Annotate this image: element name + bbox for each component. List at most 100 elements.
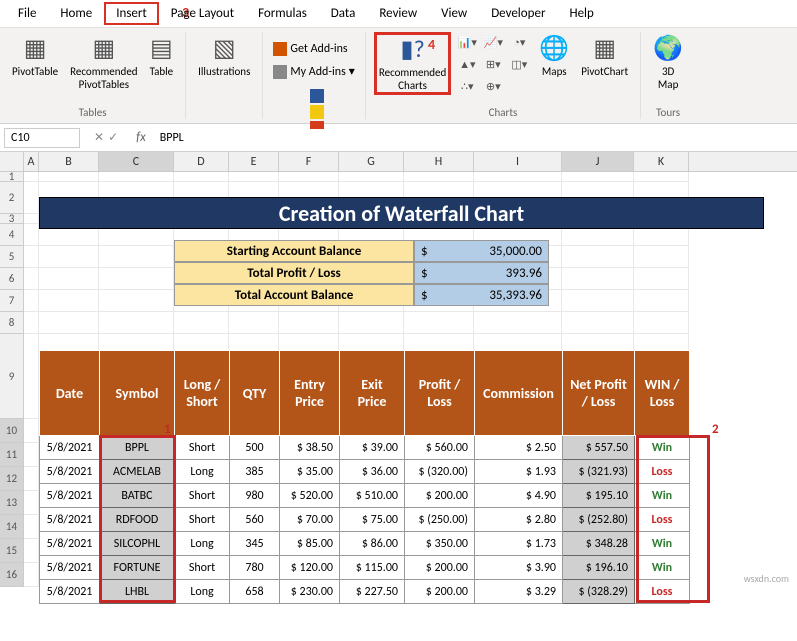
cell-pl[interactable]: $ (250.00) (405, 508, 475, 532)
cell-symbol[interactable]: FORTUNE (100, 556, 175, 580)
cell-entry[interactable]: $ 35.00 (280, 460, 340, 484)
cell-ls[interactable]: Short (175, 484, 230, 508)
cell-symbol[interactable]: SILCOPHL (100, 532, 175, 556)
row-header-11[interactable]: 11 (0, 443, 24, 467)
combo-chart-icon[interactable]: ◫▾ (507, 54, 531, 74)
cell-qty[interactable]: 780 (230, 556, 280, 580)
cell-exit[interactable]: $ 36.00 (340, 460, 405, 484)
recommended-pivot-button[interactable]: ▦ Recommended PivotTables (66, 32, 141, 93)
col-j[interactable]: J (562, 152, 634, 171)
cell-qty[interactable]: 500 (230, 436, 280, 460)
scatter-chart-icon[interactable]: ∴▾ (455, 76, 479, 96)
row-header-14[interactable]: 14 (0, 515, 24, 539)
row-header-5[interactable]: 5 (0, 246, 24, 268)
cell-comm[interactable]: $ 3.90 (475, 556, 563, 580)
recommended-charts-button[interactable]: ▮? Recommended Charts (374, 32, 451, 95)
col-f[interactable]: F (279, 152, 339, 171)
row-header-6[interactable]: 6 (0, 268, 24, 290)
cell-date[interactable]: 5/8/2021 (40, 556, 100, 580)
menu-view[interactable]: View (429, 2, 479, 25)
cell-qty[interactable]: 980 (230, 484, 280, 508)
cell-comm[interactable]: $ 3.29 (475, 580, 563, 604)
menu-data[interactable]: Data (319, 2, 368, 25)
cell-wl[interactable]: Win (635, 556, 690, 580)
row-header-1[interactable]: 1 (0, 172, 24, 182)
col-k[interactable]: K (634, 152, 689, 171)
cell-comm[interactable]: $ 1.73 (475, 532, 563, 556)
my-addins-button[interactable]: My Add-ins ▾ (271, 62, 356, 81)
map-chart-icon[interactable]: ⊕▾ (481, 76, 505, 96)
hierarchy-chart-icon[interactable]: ▲▾ (455, 54, 479, 74)
cell-exit[interactable]: $ 115.00 (340, 556, 405, 580)
row-header-15[interactable]: 15 (0, 539, 24, 563)
cell-date[interactable]: 5/8/2021 (40, 532, 100, 556)
cell-wl[interactable]: Win (635, 436, 690, 460)
row-header-7[interactable]: 7 (0, 290, 24, 312)
cell-symbol[interactable]: BATBC (100, 484, 175, 508)
col-e[interactable]: E (229, 152, 279, 171)
row-header-4[interactable]: 4 (0, 224, 24, 246)
cell-comm[interactable]: $ 4.90 (475, 484, 563, 508)
cell-npl[interactable]: $ (321.93) (563, 460, 635, 484)
cell-exit[interactable]: $ 75.00 (340, 508, 405, 532)
col-i[interactable]: I (474, 152, 562, 171)
select-all[interactable] (0, 152, 24, 171)
cell-wl[interactable]: Loss (635, 580, 690, 604)
menu-review[interactable]: Review (367, 2, 429, 25)
cell-npl[interactable]: $ (328.29) (563, 580, 635, 604)
cell-date[interactable]: 5/8/2021 (40, 460, 100, 484)
menu-page-layout[interactable]: Page Layout (159, 2, 246, 25)
row-header-2[interactable]: 2 (0, 182, 24, 214)
enter-icon[interactable]: ✓ (108, 130, 118, 145)
get-addins-button[interactable]: Get Add-ins (271, 40, 349, 58)
cell-ls[interactable]: Long (175, 532, 230, 556)
row-header-8[interactable]: 8 (0, 312, 24, 334)
cell-comm[interactable]: $ 2.50 (475, 436, 563, 460)
cell-symbol[interactable]: BPPL (100, 436, 175, 460)
cell-date[interactable]: 5/8/2021 (40, 484, 100, 508)
cell-qty[interactable]: 658 (230, 580, 280, 604)
cell-pl[interactable]: $ 560.00 (405, 436, 475, 460)
menu-developer[interactable]: Developer (479, 2, 557, 25)
row-header-10[interactable]: 10 (0, 419, 24, 443)
col-a[interactable]: A (24, 152, 39, 171)
cell-wl[interactable]: Loss (635, 460, 690, 484)
menu-formulas[interactable]: Formulas (246, 2, 319, 25)
col-g[interactable]: G (339, 152, 404, 171)
col-d[interactable]: D (174, 152, 229, 171)
cell-ls[interactable]: Long (175, 580, 230, 604)
cell-ls[interactable]: Short (175, 508, 230, 532)
cell-pl[interactable]: $ (320.00) (405, 460, 475, 484)
row-header-9[interactable]: 9 (0, 334, 24, 419)
cell-date[interactable]: 5/8/2021 (40, 580, 100, 604)
cell-entry[interactable]: $ 230.00 (280, 580, 340, 604)
cell-ls[interactable]: Long (175, 460, 230, 484)
cell-exit[interactable]: $ 86.00 (340, 532, 405, 556)
cell-exit[interactable]: $ 39.00 (340, 436, 405, 460)
cell-pl[interactable]: $ 200.00 (405, 556, 475, 580)
cell-wl[interactable]: Loss (635, 508, 690, 532)
cell-entry[interactable]: $ 120.00 (280, 556, 340, 580)
name-box[interactable] (4, 128, 80, 148)
3dmap-button[interactable]: 🌍 3D Map (649, 32, 687, 93)
cancel-icon[interactable]: ✕ (94, 130, 104, 145)
formula-input[interactable] (154, 129, 797, 147)
cell-npl[interactable]: $ 195.10 (563, 484, 635, 508)
menu-file[interactable]: File (6, 2, 48, 25)
line-chart-icon[interactable]: 📈▾ (481, 32, 505, 52)
table-button[interactable]: ▤ Table (146, 32, 178, 80)
menu-insert[interactable]: Insert (104, 2, 159, 25)
column-chart-icon[interactable]: 📊▾ (455, 32, 479, 52)
illustrations-button[interactable]: ▧ Illustrations (194, 32, 254, 80)
cell-qty[interactable]: 560 (230, 508, 280, 532)
grid[interactable]: 12345678910111213141516 Creation of Wate… (0, 172, 797, 587)
row-header-13[interactable]: 13 (0, 491, 24, 515)
cell-npl[interactable]: $ (252.80) (563, 508, 635, 532)
col-b[interactable]: B (39, 152, 99, 171)
cell-date[interactable]: 5/8/2021 (40, 508, 100, 532)
cell-entry[interactable]: $ 85.00 (280, 532, 340, 556)
menu-help[interactable]: Help (557, 2, 605, 25)
cell-exit[interactable]: $ 510.00 (340, 484, 405, 508)
statistic-chart-icon[interactable]: ⊞▾ (481, 54, 505, 74)
cell-comm[interactable]: $ 2.80 (475, 508, 563, 532)
